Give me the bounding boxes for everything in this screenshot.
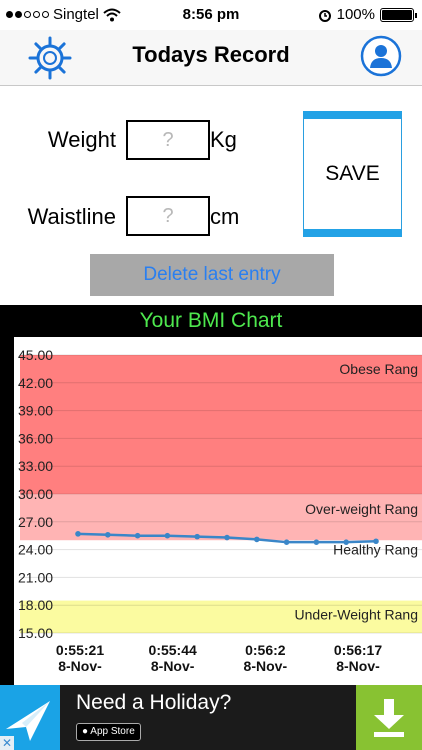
y-tick-label-2: 39.00 xyxy=(18,403,53,419)
status-right: 100% xyxy=(318,6,417,23)
y-tick-label-8: 21.00 xyxy=(18,569,53,585)
chart-area: Obese Rang Over-weight Rang Healthy Rang Un… xyxy=(14,337,422,685)
x-tick-time-3: 0:56:17 xyxy=(334,642,382,658)
bmi-point-3 xyxy=(164,532,171,539)
weight-unit: Kg xyxy=(210,127,237,152)
x-tick-date-2: 8-Nov- xyxy=(244,658,288,674)
profile-button[interactable] xyxy=(360,35,402,77)
bmi-point-5 xyxy=(224,534,230,541)
bmi-point-4 xyxy=(194,533,200,540)
bmi-point-8 xyxy=(313,539,320,545)
y-tick-label-9: 18.00 xyxy=(18,597,53,613)
x-tick-time-2: 0:56:2 xyxy=(245,642,286,658)
x-tick-date-3: 8-Nov- xyxy=(336,658,380,674)
y-tick-label-10: 15.00 xyxy=(18,625,53,641)
weight-label: Weight xyxy=(47,127,116,152)
bmi-point-0 xyxy=(75,531,81,537)
app-store-label: App Store xyxy=(90,726,135,737)
bmi-point-1 xyxy=(105,531,111,538)
waistline-label: Waistline xyxy=(27,204,116,229)
bmi-chart-panel: Your BMI Chart Obese Rang Over-weight Ran… xyxy=(0,305,422,685)
page-title: Todays Record xyxy=(132,42,290,67)
waistline-unit: cm xyxy=(210,204,240,229)
x-tick-time-1: 0:55:44 xyxy=(149,642,197,658)
bmi-point-10 xyxy=(373,538,379,545)
bmi-point-6 xyxy=(254,536,260,543)
battery-percent: 100% xyxy=(336,6,375,23)
weight-input[interactable] xyxy=(126,120,210,160)
chart-title: Your BMI Chart xyxy=(139,309,283,332)
save-button[interactable]: SAVE xyxy=(303,111,402,237)
apple-logo-icon: ● xyxy=(82,726,89,737)
download-button[interactable] xyxy=(356,685,422,750)
band-label-0: Obese Rang xyxy=(339,361,418,377)
ad-banner[interactable]: Need a Holiday? ● App Store ✕ xyxy=(0,685,422,750)
bmi-point-9 xyxy=(343,539,350,545)
y-tick-label-0: 45.00 xyxy=(18,347,53,363)
x-tick-date-0: 8-Nov- xyxy=(58,658,102,674)
bmi-chart: Obese RangOver-weight RangHealthy RangUn… xyxy=(18,347,422,674)
y-tick-label-3: 36.00 xyxy=(18,430,53,446)
alarm-clock-icon xyxy=(318,9,331,22)
y-tick-label-7: 24.00 xyxy=(18,542,53,558)
bmi-point-7 xyxy=(283,539,290,545)
status-bar: Singtel 8:56 pm 100% xyxy=(0,0,422,30)
waistline-input[interactable] xyxy=(126,196,210,236)
close-x-icon[interactable]: ✕ xyxy=(0,736,14,750)
band-label-1: Over-weight Rang xyxy=(305,501,418,517)
y-tick-label-6: 27.00 xyxy=(18,514,53,530)
delete-last-entry-button[interactable]: Delete last entry xyxy=(90,254,334,296)
ad-title: Need a Holiday? xyxy=(76,691,232,714)
user-profile-icon xyxy=(360,35,402,77)
y-tick-label-1: 42.00 xyxy=(18,375,53,391)
band-label-3: Under-Weight Rang xyxy=(295,606,418,622)
nav-bar: Todays Record xyxy=(0,30,422,86)
download-arrow-icon xyxy=(374,699,404,737)
battery-icon xyxy=(380,7,417,22)
x-tick-date-1: 8-Nov- xyxy=(151,658,195,674)
y-tick-label-4: 33.00 xyxy=(18,458,53,474)
y-tick-label-5: 30.00 xyxy=(18,486,53,502)
app-store-badge[interactable]: ● App Store xyxy=(76,723,141,741)
x-tick-time-0: 0:55:21 xyxy=(56,642,104,658)
bmi-point-2 xyxy=(134,532,141,539)
